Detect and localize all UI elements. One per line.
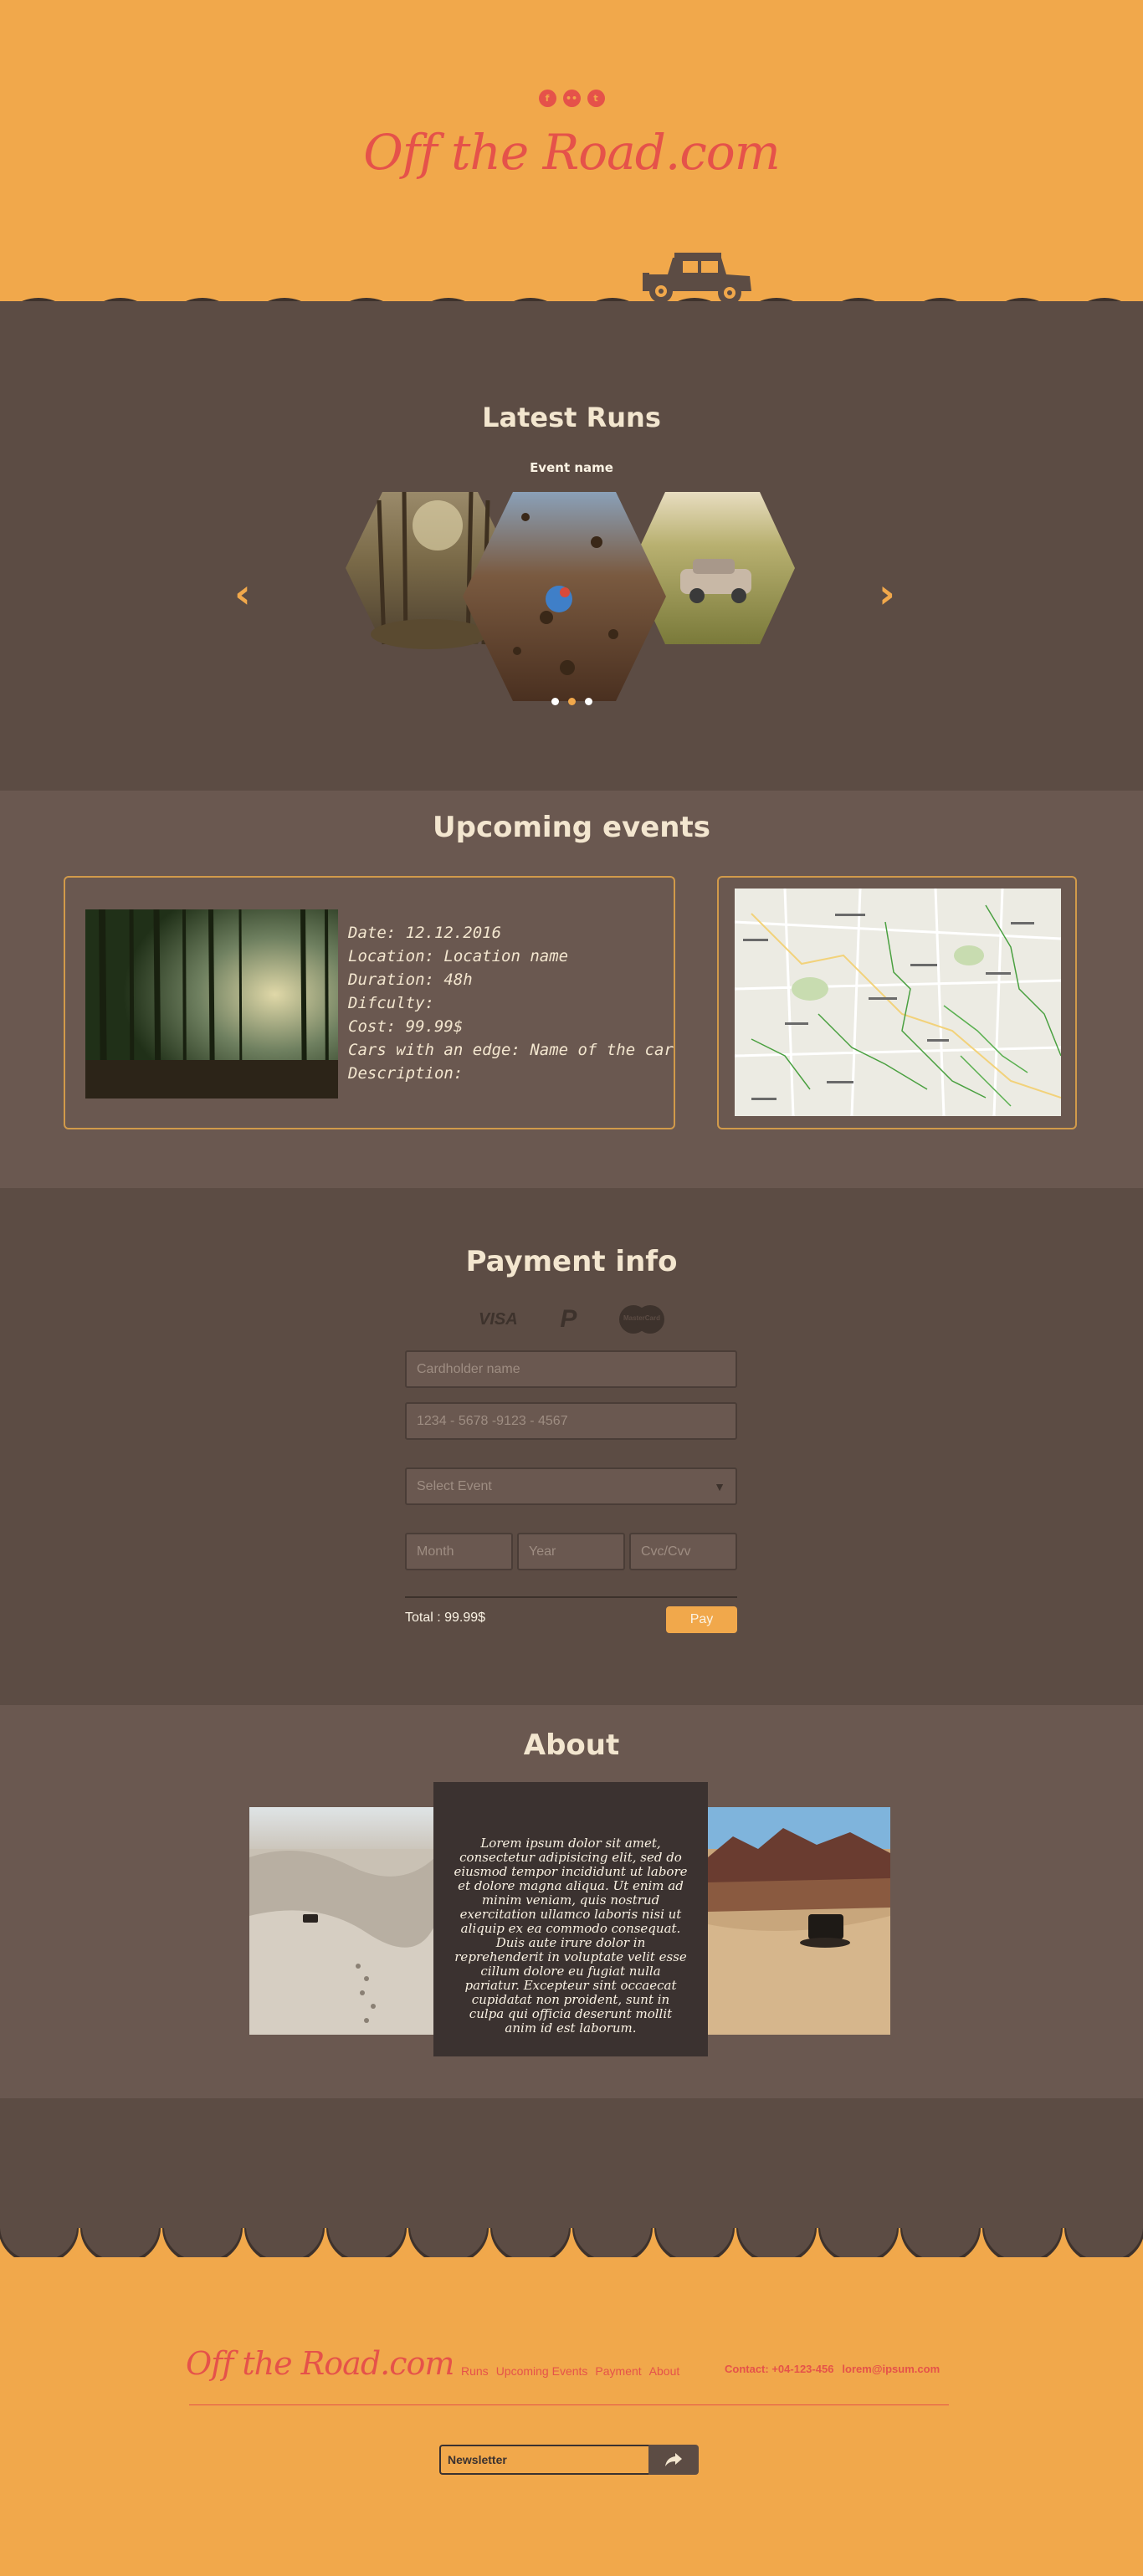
slide-field-car[interactable] xyxy=(630,492,795,644)
section-title: Payment info xyxy=(465,1245,678,1278)
social-links: f •• t xyxy=(0,90,1143,107)
select-event-value: Select Event xyxy=(417,1478,492,1493)
section-title: About xyxy=(523,1728,620,1762)
cardholder-input[interactable] xyxy=(417,1361,725,1377)
payment-card-logos: VISA P MasterCard xyxy=(479,1305,664,1334)
month-input[interactable] xyxy=(417,1544,501,1559)
mastercard-icon: MasterCard xyxy=(618,1305,664,1334)
footer-nav-payment[interactable]: Payment xyxy=(595,2364,641,2378)
facebook-icon[interactable]: f xyxy=(538,90,556,107)
event-name-label: Event name xyxy=(530,460,613,475)
event-date: Date: 12.12.2016 xyxy=(348,924,502,942)
upcoming-events-section: Upcoming events Date: 12.12.2016 Locatio… xyxy=(0,791,1143,1188)
newsletter-submit-button[interactable] xyxy=(648,2445,699,2475)
site-footer: Off the Road.com Runs Upcoming Events Pa… xyxy=(0,2257,1143,2576)
footer-logo[interactable]: Off the Road.com xyxy=(186,2345,454,2382)
carousel-dot[interactable] xyxy=(551,698,559,705)
about-photo-desert xyxy=(249,1807,435,2035)
select-event-dropdown[interactable]: Select Event ▼ xyxy=(405,1467,737,1505)
contact-email[interactable]: lorem@ipsum.com xyxy=(842,2363,940,2375)
cvc-input[interactable] xyxy=(641,1544,725,1559)
footer-nav-runs[interactable]: Runs xyxy=(461,2364,489,2378)
contact-phone: Contact: +04-123-456 xyxy=(725,2363,834,2375)
event-location: Location: Location name xyxy=(348,947,569,965)
about-section: About Lorem ipsum dolor sit amet, consec… xyxy=(0,1705,1143,2098)
site-header: f •• t Off the Road.com xyxy=(0,0,1143,353)
chevron-down-icon: ▼ xyxy=(714,1479,725,1493)
share-arrow-icon xyxy=(665,2453,682,2466)
payment-section: Payment info VISA P MasterCard Select Ev… xyxy=(0,1188,1143,1705)
tumblr-icon[interactable]: t xyxy=(587,90,605,107)
section-title: Upcoming events xyxy=(433,811,710,844)
footer-divider xyxy=(189,2404,949,2405)
footer-nav-upcoming-events[interactable]: Upcoming Events xyxy=(496,2364,588,2378)
event-map[interactable] xyxy=(734,888,1062,1117)
carousel-prev-arrow[interactable]: ‹ xyxy=(234,574,251,614)
divider xyxy=(405,1596,737,1598)
cvc-field[interactable] xyxy=(629,1533,737,1570)
carousel-dots xyxy=(0,698,1143,705)
event-card: Date: 12.12.2016 Location: Location name… xyxy=(64,876,675,1129)
cardholder-field[interactable] xyxy=(405,1350,737,1388)
carousel-dot-active[interactable] xyxy=(567,698,576,705)
footer-contact: Contact: +04-123-456 lorem@ipsum.com xyxy=(725,2363,940,2375)
latest-runs-section: Latest Runs Event name ‹ › xyxy=(0,301,1143,791)
visa-icon: VISA xyxy=(479,1309,518,1329)
about-photo-canyon xyxy=(708,1807,890,2035)
event-photo-forest xyxy=(85,909,338,1099)
footer-nav-about[interactable]: About xyxy=(649,2364,680,2378)
site-logo[interactable]: Off the Road.com xyxy=(0,124,1143,181)
year-input[interactable] xyxy=(529,1544,613,1559)
section-title: Latest Runs xyxy=(482,402,661,433)
flickr-icon[interactable]: •• xyxy=(562,90,581,107)
month-field[interactable] xyxy=(405,1533,513,1570)
event-difficulty: Difculty: xyxy=(348,994,434,1012)
mastercard-label: MasterCard xyxy=(623,1314,660,1322)
card-number-input[interactable] xyxy=(417,1413,725,1429)
event-cars: Cars with an edge: Name of the car xyxy=(348,1041,674,1059)
slide-mud-splash[interactable] xyxy=(463,492,666,701)
event-description: Description: xyxy=(348,1064,464,1083)
year-field[interactable] xyxy=(517,1533,625,1570)
carousel-next-arrow[interactable]: › xyxy=(879,574,895,614)
map-card xyxy=(717,876,1077,1129)
paypal-icon: P xyxy=(560,1305,577,1333)
about-text: Lorem ipsum dolor sit amet, consectetur … xyxy=(433,1782,708,2056)
total-amount: Total : 99.99$ xyxy=(405,1611,486,1625)
event-details: Date: 12.12.2016 Location: Location name… xyxy=(348,921,674,1085)
hexagon-carousel xyxy=(346,492,795,701)
footer-band xyxy=(0,2098,1143,2291)
newsletter-field[interactable]: Newsletter xyxy=(439,2445,648,2475)
card-number-field[interactable] xyxy=(405,1402,737,1440)
carousel-dot[interactable] xyxy=(584,698,592,705)
event-duration: Duration: 48h xyxy=(348,970,473,989)
pay-button[interactable]: Pay xyxy=(666,1606,737,1633)
event-cost: Cost: 99.99$ xyxy=(348,1017,464,1036)
footer-nav: Runs Upcoming Events Payment About xyxy=(461,2364,679,2378)
